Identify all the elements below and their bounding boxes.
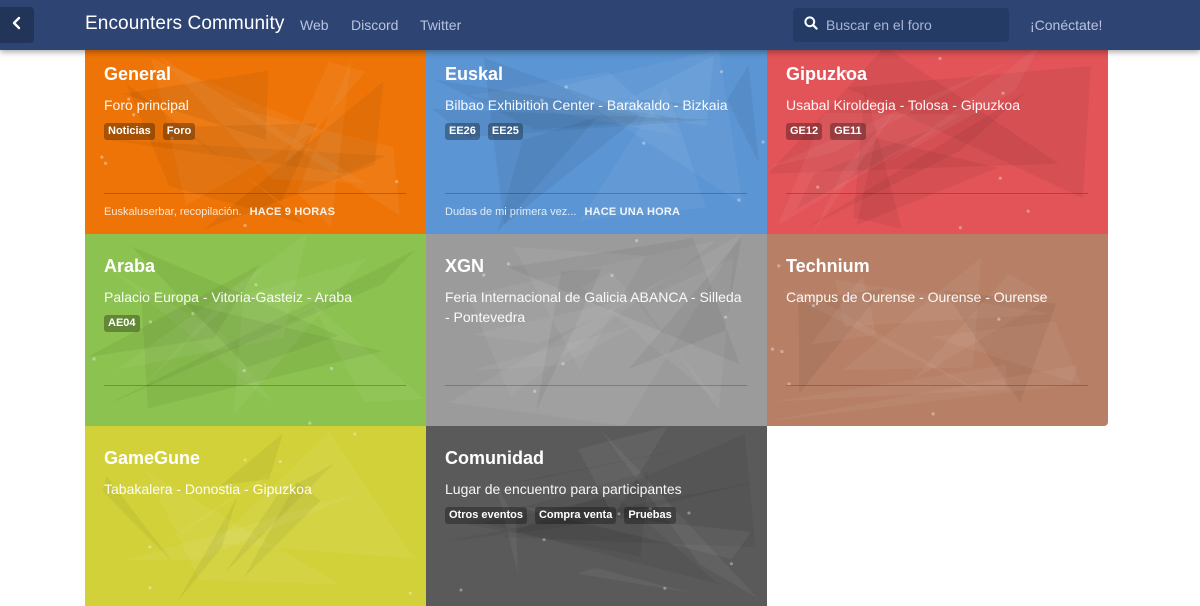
tile-divider [104,193,406,194]
tag-tile-xgn[interactable]: XGN Feria Internacional de Galicia ABANCA… [426,234,767,426]
search-input[interactable] [826,17,1006,33]
child-tag-otros-eventos[interactable]: Otros eventos [445,507,527,524]
tile-child-tags: GE12 GE11 [786,123,866,140]
forum-brand-title[interactable]: Encounters Community [85,13,284,35]
tile-title[interactable]: Gipuzkoa [786,64,867,85]
tile-divider [445,385,747,386]
tag-tile-general[interactable]: General Foro principal Noticias Foro Euskalu… [85,42,426,234]
child-tag-ee25[interactable]: EE25 [487,123,523,140]
login-link[interactable]: ¡Conéctate! [1030,17,1102,33]
tile-title[interactable]: General [104,64,171,85]
last-post-info[interactable]: Euskaluserbar, recopilación. HACE 9 HORAS [104,206,335,218]
tile-description: Lugar de encuentro para participantes [445,481,682,497]
tile-title[interactable]: Technium [786,256,870,277]
tile-description: Usabal Kiroldegia - Tolosa - Gipuzkoa [786,97,1020,113]
tile-child-tags: Otros eventos Compra venta Pruebas [445,507,676,524]
tile-description: Bilbao Exhibition Center - Barakaldo - B… [445,97,728,113]
top-navigation-bar: Encounters Community Web Discord Twitter… [0,0,1200,50]
tile-divider [445,193,747,194]
child-tag-foro[interactable]: Foro [162,123,196,140]
tag-tile-euskal[interactable]: Euskal Bilbao Exhibition Center - Barakal… [426,42,767,234]
tile-description: Campus de Ourense - Ourense - Ourense [786,289,1048,305]
last-post-title[interactable]: Euskaluserbar, recopilación. [104,206,242,218]
nav-link-web[interactable]: Web [300,17,329,33]
child-tag-ae04[interactable]: AE04 [104,315,140,332]
child-tag-ge11[interactable]: GE11 [830,123,866,140]
tile-title[interactable]: Euskal [445,64,503,85]
child-tag-compra-venta[interactable]: Compra venta [534,507,617,524]
tile-title[interactable]: GameGune [104,448,200,469]
last-post-title[interactable]: Dudas de mi primera vez... [445,206,576,218]
last-post-info[interactable]: Dudas de mi primera vez... HACE UNA HORA [445,206,680,218]
tile-description: Palacio Europa - Vitoria-Gasteiz - Araba [104,289,352,305]
chevron-left-icon [10,16,24,35]
back-button[interactable] [0,7,34,43]
tile-child-tags: Noticias Foro [104,123,196,140]
tag-tile-technium[interactable]: Technium Campus de Ourense - Ourense - Ou… [767,234,1108,426]
search-box[interactable] [793,8,1009,42]
child-tag-noticias[interactable]: Noticias [104,123,155,140]
tile-divider [104,385,406,386]
tag-tile-comunidad[interactable]: Comunidad Lugar de encuentro para partici… [426,426,767,606]
last-post-time: HACE 9 HORAS [249,206,336,218]
search-icon [804,15,818,35]
tag-tile-araba[interactable]: Araba Palacio Europa - Vitoria-Gasteiz - … [85,234,426,426]
tile-title[interactable]: XGN [445,256,484,277]
tile-title[interactable]: Araba [104,256,155,277]
tile-child-tags: AE04 [104,315,140,332]
tile-title[interactable]: Comunidad [445,448,544,469]
child-tag-ge12[interactable]: GE12 [786,123,823,140]
tag-tile-gamegune[interactable]: GameGune Tabakalera - Donostia - Gipuzkoa [85,426,426,606]
tile-child-tags: EE26 EE25 [445,123,523,140]
nav-link-twitter[interactable]: Twitter [420,17,461,33]
nav-link-discord[interactable]: Discord [351,17,398,33]
tile-description: Feria Internacional de Galicia ABANCA - … [445,289,742,325]
tile-divider [786,193,1088,194]
tile-divider [786,385,1088,386]
last-post-time: HACE UNA HORA [584,206,681,218]
child-tag-pruebas[interactable]: Pruebas [624,507,676,524]
child-tag-ee26[interactable]: EE26 [445,123,480,140]
tile-description: Foro principal [104,97,189,113]
tag-tile-gipuzkoa[interactable]: Gipuzkoa Usabal Kiroldegia - Tolosa - Gip… [767,42,1108,234]
tile-description: Tabakalera - Donostia - Gipuzkoa [104,481,312,497]
